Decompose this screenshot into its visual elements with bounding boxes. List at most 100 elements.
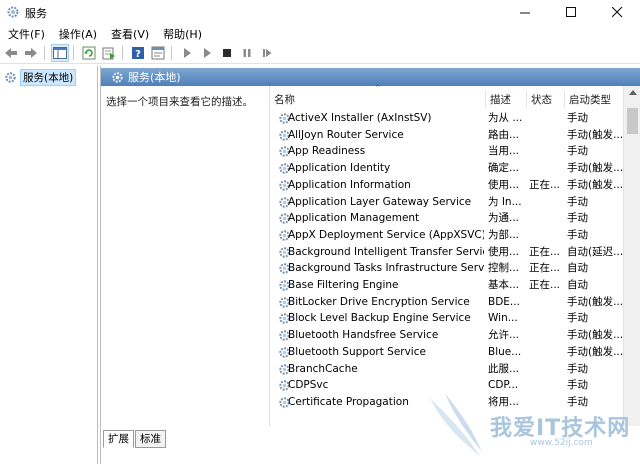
cell-status: 正在...: [529, 178, 561, 191]
cell-description: 路由...: [488, 128, 520, 141]
table-row[interactable]: App Readiness 当用... 手动: [270, 143, 625, 160]
cell-description: 使用...: [488, 178, 520, 191]
minimize-button[interactable]: [502, 0, 548, 24]
cell-name: Block Level Backup Engine Service: [288, 312, 471, 325]
cell-name: Background Tasks Infrastructure Service: [288, 262, 484, 275]
cell-description: BDE...: [488, 295, 520, 308]
cell-name: Background Intelligent Transfer Service: [288, 245, 484, 258]
column-header-label: 描述: [490, 93, 511, 106]
cell-status: [529, 310, 565, 327]
services-gear-icon: [5, 72, 16, 83]
maximize-icon: [565, 6, 576, 17]
pane-header: 服务(本地): [101, 68, 640, 86]
table-row[interactable]: ActiveX Installer (AxInstSV) 为从 ... 手动: [270, 110, 625, 127]
table-row[interactable]: Block Level Backup Engine Service Win... 手…: [270, 310, 625, 327]
table-row[interactable]: Bluetooth Support Service Blue... 手动(触发...: [270, 344, 625, 361]
tab-standard[interactable]: 标准: [135, 430, 166, 448]
cell-name: App Readiness: [288, 145, 366, 158]
play-icon: [184, 48, 191, 58]
cell-description: 确定...: [488, 162, 520, 175]
show-hide-tree-button[interactable]: [51, 44, 69, 62]
restart-icon: [263, 49, 272, 57]
restart-service-button[interactable]: [258, 44, 276, 62]
menu-action[interactable]: 操作(A): [51, 26, 103, 42]
vertical-scrollbar[interactable]: [623, 86, 640, 436]
table-row[interactable]: Application Information 使用... 正在... 手动(触发..…: [270, 177, 625, 194]
tab-extended[interactable]: 扩展: [103, 430, 134, 448]
minimize-icon: [519, 12, 530, 13]
table-row[interactable]: BranchCache 此服... 手动: [270, 361, 625, 378]
refresh-button[interactable]: [80, 44, 98, 62]
toolbar-separator: [73, 46, 74, 60]
menu-view[interactable]: 查看(V): [103, 26, 155, 42]
cell-startup-type: 手动: [567, 312, 588, 325]
cell-status: [529, 327, 565, 344]
close-button[interactable]: [594, 0, 640, 24]
scroll-up-icon[interactable]: [629, 90, 637, 95]
pause-icon: [243, 49, 251, 57]
watermark: 我爱IT技术网 www.52ij.com: [420, 388, 640, 464]
export-list-icon: [102, 47, 115, 60]
table-row[interactable]: Base Filtering Engine 基本... 正在... 自动: [270, 277, 625, 294]
table-row[interactable]: Bluetooth Handsfree Service 允许... 手动(触发...: [270, 327, 625, 344]
cell-status: 正在...: [529, 245, 561, 258]
help-icon: ?: [132, 47, 144, 60]
cell-startup-type: 手动(触发...: [567, 178, 624, 191]
help-button[interactable]: ?: [129, 44, 147, 62]
cell-startup-type: 自动(延迟...: [567, 245, 624, 258]
cell-description: 当用...: [488, 145, 520, 158]
cell-startup-type: 手动(触发...: [567, 128, 624, 141]
table-row[interactable]: Application Layer Gateway Service 为 In...…: [270, 194, 625, 211]
cell-startup-type: 手动: [567, 195, 588, 208]
table-row[interactable]: Background Intelligent Transfer Service 使…: [270, 244, 625, 261]
start-service-params-button[interactable]: [198, 44, 216, 62]
watermark-wing-icon: [430, 393, 482, 456]
forward-button[interactable]: [22, 44, 40, 62]
title-bar: 服务: [0, 0, 640, 24]
back-button[interactable]: [2, 44, 20, 62]
column-header-label: 状态: [531, 93, 552, 106]
toolbar-separator: [122, 46, 123, 60]
cell-name: Bluetooth Handsfree Service: [288, 329, 439, 342]
menu-file[interactable]: 文件(F): [0, 26, 51, 42]
column-header-description[interactable]: 描述: [486, 90, 527, 108]
console-tree: 服务(本地): [0, 66, 98, 464]
watermark-url: www.52ij.com: [530, 438, 593, 448]
table-row[interactable]: Background Tasks Infrastructure Service 控…: [270, 260, 625, 277]
column-header-startup-type[interactable]: 启动类型: [565, 90, 627, 108]
pause-service-button[interactable]: [238, 44, 256, 62]
table-row[interactable]: Application Identity 确定... 手动(触发...: [270, 160, 625, 177]
tree-item-label: 服务(本地): [20, 69, 77, 86]
properties-button[interactable]: [149, 44, 167, 62]
export-list-button[interactable]: [100, 44, 118, 62]
cell-status: 正在...: [529, 262, 561, 275]
cell-description: 为通...: [488, 212, 520, 225]
cell-startup-type: 自动: [567, 262, 588, 275]
cell-startup-type: 手动(触发...: [567, 162, 624, 175]
maximize-button[interactable]: [548, 0, 594, 24]
svg-text:?: ?: [135, 49, 141, 60]
column-header-name[interactable]: 名称: [270, 90, 486, 108]
table-row[interactable]: AppX Deployment Service (AppXSVC) 为部... 手动: [270, 227, 625, 244]
scroll-thumb[interactable]: [627, 108, 638, 134]
stop-service-button[interactable]: [218, 44, 236, 62]
cell-description: 为从 ...: [488, 112, 523, 124]
cell-name: Application Management: [288, 212, 420, 225]
table-row[interactable]: Application Management 为通... 手动: [270, 210, 625, 227]
back-arrow-icon: [5, 48, 17, 58]
cell-status: [529, 127, 565, 144]
column-header-status[interactable]: 状态: [527, 90, 565, 108]
services-list: ⌃ 名称 描述 状态 启动类型 ActiveX Installer (AxIns…: [269, 84, 640, 436]
table-row[interactable]: AllJoyn Router Service 路由... 手动(触发...: [270, 127, 625, 144]
cell-description: 控制...: [488, 262, 520, 275]
table-row[interactable]: BitLocker Drive Encryption Service BDE...…: [270, 294, 625, 311]
start-service-button[interactable]: [178, 44, 196, 62]
tree-item-services-local[interactable]: 服务(本地): [4, 69, 77, 86]
services-gear-icon: [7, 6, 19, 18]
stop-icon: [223, 49, 231, 57]
cell-status: [529, 227, 565, 244]
cell-name: Bluetooth Support Service: [288, 345, 426, 358]
cell-description: 为部...: [488, 228, 520, 241]
cell-name: Application Identity: [288, 162, 391, 175]
menu-help[interactable]: 帮助(H): [155, 26, 208, 42]
